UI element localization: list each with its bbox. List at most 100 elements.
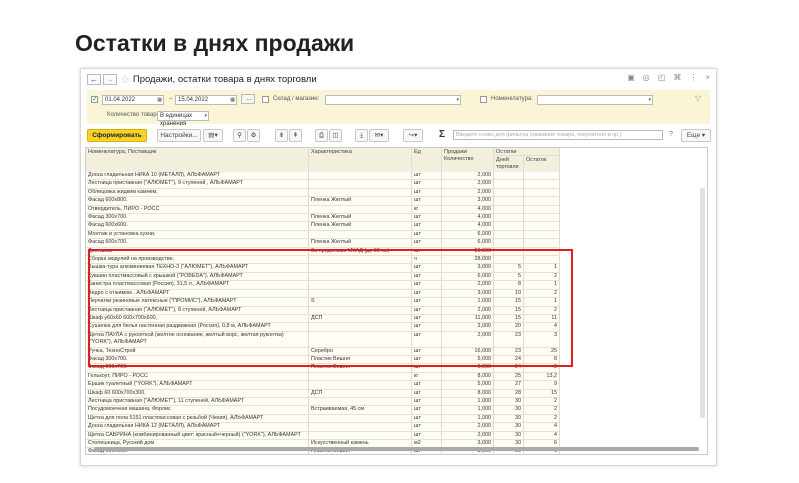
cell-unit: шт bbox=[412, 230, 442, 239]
cell-unit: шт bbox=[412, 172, 442, 180]
cell-characteristic bbox=[309, 372, 412, 381]
table-row[interactable]: Облицовка жидким камнем, шт 2,000 bbox=[86, 188, 560, 198]
cell-days: 30 bbox=[494, 431, 524, 439]
table-row[interactable]: Шкаф 60 600х700х300, ДСП шт 8,000 28 15 bbox=[86, 389, 560, 398]
nomenclature-select[interactable]: ▾ bbox=[537, 95, 653, 105]
horizontal-scrollbar[interactable] bbox=[94, 447, 699, 451]
table-row[interactable]: Фасад 600х700. Пленка Желтый шт 6,000 bbox=[86, 239, 560, 248]
variant-button[interactable]: ▤▾ bbox=[203, 129, 223, 142]
table-row[interactable]: Лестница приставная ("АЛЮМЕТ"), 9 ступен… bbox=[86, 180, 560, 189]
cell-rest: 4 bbox=[524, 423, 560, 431]
more-button[interactable]: Еще ▾ bbox=[681, 129, 711, 142]
chevron-down-icon[interactable]: ▾ bbox=[204, 112, 207, 120]
cell-unit: шт bbox=[412, 214, 442, 222]
table-row[interactable]: Фасад 600х600. Пленка Желтый шт 4,000 bbox=[86, 222, 560, 231]
date-to-input[interactable]: 15.04.2022 ▦ bbox=[175, 95, 237, 105]
date-from-input[interactable]: 01.04.2022 ▦ bbox=[102, 95, 164, 105]
sum-icon[interactable]: Σ bbox=[439, 129, 445, 140]
collapse-groups-icon[interactable]: ⇞ bbox=[289, 129, 302, 142]
vertical-scrollbar[interactable] bbox=[700, 188, 705, 418]
cell-name: Щетка САБРИНА (комбинированный цвет: кра… bbox=[86, 431, 309, 439]
preview-icon[interactable]: ◰ bbox=[658, 73, 666, 82]
settings-button[interactable]: Настройки... bbox=[157, 129, 201, 142]
report-window: ← → ☆ Продажи, остатки товара в днях тор… bbox=[80, 68, 717, 466]
cell-characteristic: Пленка Желтый bbox=[309, 222, 412, 230]
calendar-icon[interactable]: ▦ bbox=[230, 96, 235, 104]
period-select-button[interactable]: ... bbox=[241, 94, 255, 104]
qty-select[interactable]: В единицах хранения ▾ bbox=[157, 111, 209, 127]
cell-characteristic: Встраиваемая, 45 см bbox=[309, 406, 412, 414]
table-row[interactable]: Отвердитель, ПИРО - РОСС кг 4,000 bbox=[86, 205, 560, 215]
save-icon[interactable]: ▣ bbox=[627, 73, 635, 82]
chevron-down-icon[interactable]: ▾ bbox=[648, 96, 651, 104]
nomenclature-checkbox[interactable] bbox=[480, 96, 487, 103]
cell-characteristic: ДСП bbox=[309, 389, 412, 397]
cell-rest bbox=[524, 230, 560, 239]
forward-button[interactable]: → bbox=[103, 73, 117, 85]
cell-quantity: 2,000 bbox=[442, 172, 494, 180]
header-stock: Остатки bbox=[494, 148, 560, 156]
cell-quantity: 8,000 bbox=[442, 389, 494, 397]
generate-button[interactable]: Сформировать bbox=[87, 129, 147, 142]
cell-characteristic bbox=[309, 188, 412, 197]
filter-icon[interactable]: ▽ bbox=[695, 94, 701, 103]
cell-unit: шт bbox=[412, 406, 442, 414]
share-icon[interactable]: ↪▾ bbox=[403, 129, 423, 142]
warehouse-checkbox[interactable] bbox=[262, 96, 269, 103]
cell-days bbox=[494, 188, 524, 197]
cell-unit: шт bbox=[412, 414, 442, 423]
table-row[interactable]: Монтаж и установка кухни, шт 6,000 bbox=[86, 230, 560, 240]
search-settings-icon[interactable]: ⚙ bbox=[247, 129, 260, 142]
table-row[interactable]: Фасад 300х700. Пленка Желтый шт 4,000 bbox=[86, 214, 560, 223]
search-icon[interactable]: ⚲ bbox=[233, 129, 246, 142]
cell-unit: шт bbox=[412, 431, 442, 439]
settings-icon[interactable]: ◎ bbox=[643, 73, 650, 82]
table-row[interactable]: Лестница приставная ("АЛЮМЕТ"), 11 ступе… bbox=[86, 397, 560, 407]
cell-rest bbox=[524, 197, 560, 205]
report-table: Номенклатура, Поставщик Характеристика Е… bbox=[85, 147, 708, 455]
warehouse-label: Склад / магазин: bbox=[273, 96, 320, 102]
email-icon[interactable]: ✉▾ bbox=[369, 129, 389, 142]
calendar-icon[interactable]: ▦ bbox=[157, 96, 162, 104]
table-row[interactable]: Доска гладильная НИКА 12 (МЕТАЛЛ), АЛЬФА… bbox=[86, 423, 560, 432]
cell-name: Отвердитель, ПИРО - РОСС bbox=[86, 205, 309, 214]
table-row[interactable]: Посудомоечная машина, Форлис Встраиваемая… bbox=[86, 406, 560, 415]
cell-rest bbox=[524, 239, 560, 247]
cell-name: Лестница приставная ("АЛЮМЕТ"), 9 ступен… bbox=[86, 180, 309, 188]
cell-name: Посудомоечная машина, Форлис bbox=[86, 406, 309, 414]
period-checkbox[interactable]: ✓ bbox=[91, 96, 98, 103]
expand-groups-icon[interactable]: ⇟ bbox=[275, 129, 288, 142]
back-button[interactable]: ← bbox=[87, 73, 101, 85]
table-row[interactable]: Щетка для пола 5151 пластмассовая с резь… bbox=[86, 414, 560, 424]
header-name: Номенклатура, Поставщик bbox=[86, 148, 309, 172]
table-row[interactable]: Гелькоут, ПИРО - РОСС кг 8,000 25 13,2 bbox=[86, 372, 560, 382]
help-button[interactable]: ? bbox=[669, 131, 673, 138]
print-icon[interactable]: ⎙ bbox=[315, 129, 328, 142]
close-icon[interactable]: × bbox=[705, 73, 710, 82]
table-row[interactable]: Доска гладильная НИКА 10 (МЕТАЛЛ), АЛЬФА… bbox=[86, 172, 560, 181]
toolbar: Сформировать Настройки... ▤▾ ⚲ ⚙ ⇟ ⇞ ⎙ ◫… bbox=[87, 129, 711, 143]
cell-days bbox=[494, 197, 524, 205]
cell-days: 27 bbox=[494, 381, 524, 389]
cell-quantity: 8,000 bbox=[442, 372, 494, 381]
table-row[interactable]: Щетка САБРИНА (комбинированный цвет: кра… bbox=[86, 431, 560, 440]
chevron-down-icon[interactable]: ▾ bbox=[456, 96, 459, 104]
print-preview-icon[interactable]: ◫ bbox=[329, 129, 342, 142]
table-row[interactable]: Ершик туалетный ("YORK"), АЛЬФАМАРТ шт 5,0… bbox=[86, 381, 560, 390]
cell-days: 30 bbox=[494, 406, 524, 414]
cell-days: 30 bbox=[494, 414, 524, 423]
cell-name: Фасад 600х700. bbox=[86, 239, 309, 247]
download-icon[interactable]: ⤓ bbox=[355, 129, 368, 142]
header-rest: Остаток bbox=[524, 156, 560, 172]
slide-title: Остатки в днях продажи bbox=[75, 30, 355, 56]
menu-icon[interactable]: ⋮ bbox=[689, 73, 697, 82]
filter-search-input[interactable]: Введите слово для фильтра (название това… bbox=[453, 130, 663, 140]
warehouse-select[interactable]: ▾ bbox=[325, 95, 461, 105]
header-unit: Ед bbox=[412, 148, 442, 172]
link-icon[interactable]: ⌘ bbox=[673, 73, 681, 82]
cell-unit: шт bbox=[412, 188, 442, 197]
cell-quantity: 4,000 bbox=[442, 222, 494, 230]
favorite-star-icon[interactable]: ☆ bbox=[120, 73, 130, 86]
cell-quantity: 5,000 bbox=[442, 381, 494, 389]
table-row[interactable]: Фасад 600х800. Пленка Желтый шт 3,000 bbox=[86, 197, 560, 206]
